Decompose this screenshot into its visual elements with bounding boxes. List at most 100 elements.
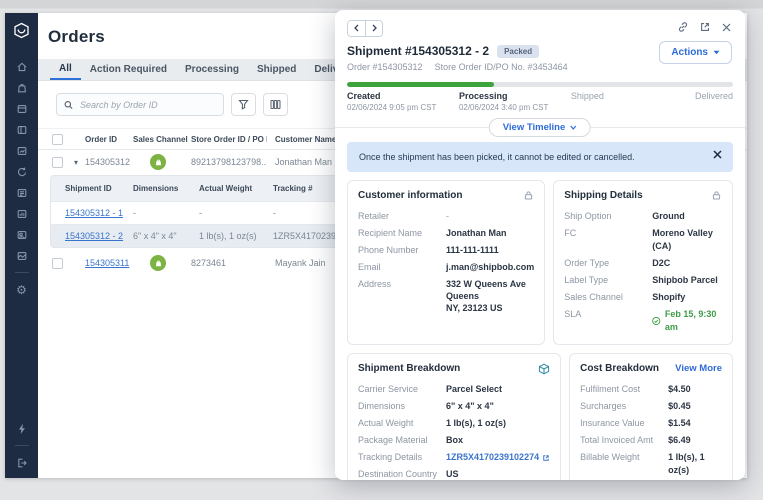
tab-all[interactable]: All [50, 59, 81, 80]
package-icon [538, 363, 550, 375]
search-icon [64, 100, 73, 110]
tab-shipped[interactable]: Shipped [248, 59, 305, 80]
field-label: Surcharges [580, 400, 668, 413]
users-icon[interactable] [15, 249, 28, 262]
detail-cards-row-1: Customer information Retailer- Recipient… [347, 180, 733, 345]
detail-cards-row-2: Shipment Breakdown Carrier ServiceParcel… [347, 353, 733, 480]
field-value: $1.54 [668, 417, 691, 430]
field-label: Retailer [358, 210, 446, 223]
caret-down-icon [713, 50, 720, 55]
reports-icon[interactable] [15, 207, 28, 220]
search-input[interactable] [78, 99, 216, 111]
shipment-title: Shipment #154305312 - 2 [347, 44, 489, 58]
sidebar: ⚙ [5, 13, 38, 478]
home-icon[interactable] [15, 60, 28, 73]
field-label: Recipient Name [358, 227, 446, 240]
field-label: Package Material [358, 434, 446, 447]
shipment-dimensions: 6" x 4" x 4" [133, 231, 199, 241]
billing-icon[interactable] [15, 186, 28, 199]
lock-icon [711, 190, 722, 201]
drawer-header: Shipment #154305312 - 2 Packed Actions O… [335, 10, 745, 116]
info-banner: Once the shipment has been picked, it ca… [347, 142, 733, 172]
shipment-link[interactable]: 154305312 - 1 [65, 208, 123, 218]
store-ref: Store Order ID/PO No. #3453464 [435, 62, 568, 72]
view-timeline-button[interactable]: View Timeline [489, 118, 591, 137]
field-value: Box [446, 434, 463, 447]
chevron-left-icon [353, 24, 360, 32]
field-label: Dimensions [358, 400, 446, 413]
cost-breakdown-card: Cost Breakdown View More Fulfilment Cost… [569, 353, 733, 480]
shipment-link[interactable]: 154305312 - 2 [65, 231, 123, 241]
analytics-icon[interactable] [15, 144, 28, 157]
field-label: Order Type [564, 257, 652, 270]
field-value: Shopify [652, 291, 685, 304]
field-value: $4.50 [668, 383, 691, 396]
tab-processing[interactable]: Processing [176, 59, 248, 80]
row-checkbox[interactable] [52, 157, 63, 168]
milestone-shipped: Shipped [571, 91, 604, 101]
products-icon[interactable] [15, 123, 28, 136]
customer-information-card: Customer information Retailer- Recipient… [347, 180, 545, 345]
field-value: Ground [652, 210, 685, 223]
search-box[interactable] [56, 93, 224, 116]
order-ref: Order #154305312 [347, 62, 423, 72]
row-checkbox[interactable] [52, 258, 63, 269]
columns-button[interactable] [263, 93, 288, 116]
filter-button[interactable] [231, 93, 256, 116]
next-shipment-button[interactable] [365, 21, 382, 36]
open-external-icon[interactable] [699, 21, 711, 33]
apps-icon[interactable] [15, 228, 28, 241]
milestone-delivered: Delivered [695, 91, 733, 101]
field-value: $6.49 [668, 434, 691, 447]
col-sales-channel[interactable]: Sales Channel [133, 135, 183, 144]
shipment-nav [347, 20, 383, 37]
order-id-link[interactable]: 154305311 [85, 258, 129, 268]
store-order-id: 89213798123798.. [183, 157, 267, 167]
col-store-order-id[interactable]: Store Order ID / PO No. [183, 135, 267, 144]
settings-gear-icon[interactable]: ⚙ [15, 283, 28, 296]
close-icon[interactable] [721, 22, 732, 33]
tab-action-required[interactable]: Action Required [81, 59, 176, 80]
inventory-icon[interactable] [15, 102, 28, 115]
order-id-text[interactable]: 154305312 [85, 157, 133, 167]
shipment-detail-drawer: Shipment #154305312 - 2 Packed Actions O… [335, 10, 745, 480]
orders-icon[interactable] [15, 81, 28, 94]
chevron-right-icon [371, 24, 378, 32]
chevron-down-icon[interactable]: ▾ [74, 158, 85, 167]
status-badge: Packed [497, 45, 539, 58]
returns-icon[interactable] [15, 165, 28, 178]
columns-icon [270, 99, 281, 110]
progress-bar [347, 82, 733, 87]
bolt-icon[interactable] [15, 422, 28, 435]
banner-close-icon[interactable] [713, 150, 722, 159]
field-label: Phone Number [358, 244, 446, 257]
shipment-breakdown-card: Shipment Breakdown Carrier ServiceParcel… [347, 353, 561, 480]
view-timeline-label: View Timeline [503, 122, 565, 133]
view-more-link[interactable]: View More [675, 363, 722, 374]
col-order-id[interactable]: Order ID [85, 135, 133, 144]
actions-button[interactable]: Actions [659, 41, 732, 64]
field-label: Total Invoiced Amt [580, 434, 668, 447]
tracking-link[interactable]: 1ZR5X4170239102274 [446, 451, 550, 464]
sidebar-divider [15, 445, 29, 446]
shipment-weight: 1 lb(s), 1 oz(s) [199, 231, 273, 241]
field-label: Actual Weight [358, 417, 446, 430]
prev-shipment-button[interactable] [348, 21, 365, 36]
col-shipment-id: Shipment ID [65, 184, 133, 193]
field-value: US [446, 468, 459, 480]
field-value: D2C [652, 257, 670, 270]
shipbob-logo-icon[interactable] [13, 22, 30, 44]
field-label: Address [358, 278, 446, 314]
lock-icon [523, 190, 534, 201]
select-all-checkbox[interactable] [52, 134, 63, 145]
field-label: FC [564, 227, 652, 253]
copy-link-icon[interactable] [677, 21, 689, 33]
field-value: Moreno Valley (CA) [652, 227, 722, 253]
shipping-details-card: Shipping Details Ship OptionGround FCMor… [553, 180, 733, 345]
shipment-dimensions: - [133, 208, 199, 218]
shopify-channel-icon [150, 154, 166, 170]
field-value: 111-111-1111 [446, 244, 499, 257]
logout-icon[interactable] [15, 456, 28, 469]
open-external-icon [542, 454, 550, 462]
field-label: SLA [564, 308, 652, 334]
